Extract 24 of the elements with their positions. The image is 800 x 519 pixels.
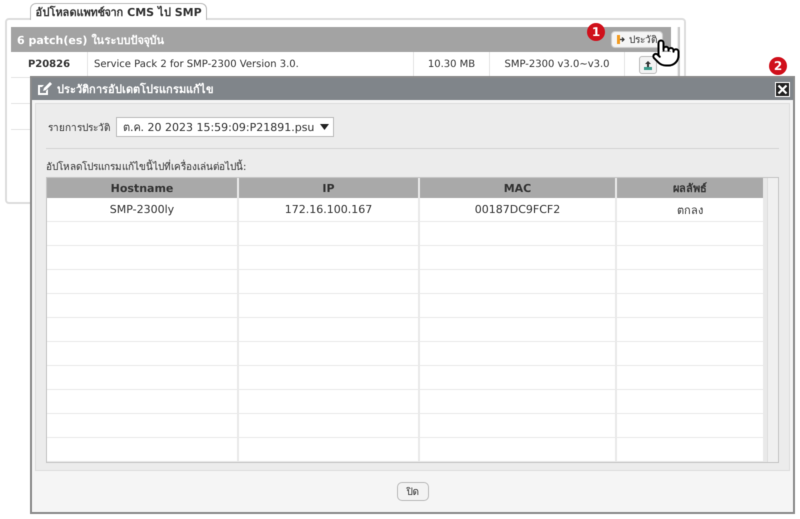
export-icon [617,35,626,44]
column-header: ผลลัพธ์ [617,178,765,198]
history-select[interactable]: ต.ค. 20 2023 15:59:09:P21891.psu [116,117,334,137]
edit-icon [36,81,52,97]
scrollbar[interactable] [767,178,778,462]
upload-icon [643,60,653,70]
dropdown-caret-icon [320,124,330,130]
table-caption: อัปโหลดโปรแกรมแก้ไขนี้ไปที่เครื่องเล่นต่อไปนี้: [46,159,779,174]
table-cell: 00187DC9FCF2 [420,198,617,222]
dialog-title: ประวัติการอัปเดตโปรแกรมแก้ไข [57,82,215,98]
column-header: IP [239,178,420,198]
column-header: Hostname [47,178,239,198]
close-icon[interactable] [775,82,790,96]
callout-badge: 2 [769,57,787,75]
table-cell: SMP-2300ly [47,198,239,222]
patch-count: 6 patch(es) ในระบบปัจจุบัน [17,32,164,48]
history-button[interactable]: ประวัติ [611,31,663,48]
table-cell: ตกลง [617,198,765,222]
column-header: MAC [420,178,617,198]
tab[interactable]: อัปโหลดแพทช์จาก CMS ไป SMP [30,3,207,20]
close-button[interactable]: ปิด [396,482,428,501]
table-cell: 172.16.100.167 [239,198,420,222]
history-label: รายการประวัติ [48,122,110,134]
upload-button[interactable] [639,56,657,74]
